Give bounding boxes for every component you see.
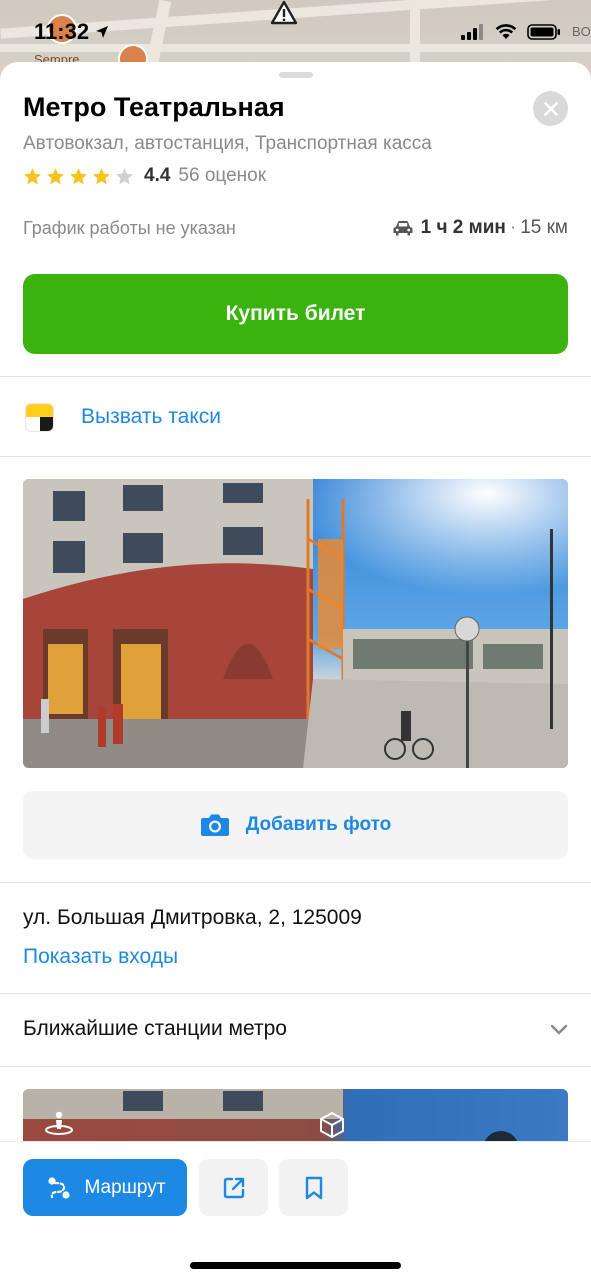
rating-count: 56 оценок	[178, 165, 267, 186]
taxi-logo-icon	[25, 402, 54, 432]
nearby-metro-row[interactable]: Ближайшие станции метро	[23, 1017, 568, 1041]
buy-ticket-button[interactable]: Купить билет	[23, 274, 568, 354]
address-text[interactable]: ул. Большая Дмитровка, 2, 125009	[23, 906, 362, 930]
call-taxi-row[interactable]: Вызвать такси	[0, 378, 591, 456]
star-icon	[93, 167, 110, 184]
sheet-grabber[interactable]	[279, 72, 313, 78]
divider	[0, 882, 591, 883]
panorama-preview-image	[23, 1089, 519, 1149]
travel-time: 1 ч 2 мин	[420, 217, 506, 238]
place-card-sheet: Метро Театральная Автовокзал, автостанци…	[0, 62, 591, 1280]
rating-row[interactable]: 4.4 56 оценок	[23, 165, 266, 187]
divider	[0, 1066, 591, 1067]
star-icon	[70, 167, 87, 184]
working-hours: График работы не указан	[23, 218, 236, 238]
status-time: 11:32	[34, 19, 109, 45]
chevron-down-icon	[550, 1024, 568, 1034]
add-photo-button[interactable]: Добавить фото	[23, 791, 568, 859]
share-icon	[223, 1177, 244, 1198]
divider	[0, 456, 591, 457]
location-arrow-icon	[96, 26, 109, 38]
bottom-action-bar: Маршрут	[0, 1141, 591, 1280]
close-button[interactable]	[533, 91, 568, 126]
bookmark-icon	[305, 1176, 322, 1199]
rating-value: 4.4	[144, 165, 171, 186]
place-title: Метро Театральная	[23, 92, 285, 122]
battery-icon	[527, 24, 560, 40]
cellular-signal-icon	[461, 24, 483, 40]
travel-distance: 15 км	[520, 217, 568, 238]
route-button[interactable]: Маршрут	[23, 1159, 187, 1216]
star-icon	[116, 167, 133, 184]
call-taxi-label: Вызвать такси	[81, 405, 221, 428]
place-categories: Автовокзал, автостанция, Транспортная ка…	[23, 133, 432, 154]
divider	[0, 376, 591, 377]
star-icon	[47, 167, 64, 184]
travel-separator: ·	[509, 217, 517, 238]
share-button[interactable]	[199, 1159, 268, 1216]
show-entrances-link[interactable]: Показать входы	[23, 945, 178, 969]
wifi-icon	[495, 24, 517, 39]
add-photo-label: Добавить фото	[245, 814, 392, 835]
star-icon	[24, 167, 41, 184]
route-label: Маршрут	[84, 1176, 166, 1198]
close-icon	[543, 101, 558, 116]
street-panorama-image	[23, 479, 568, 768]
status-bar: 11:32	[0, 0, 591, 64]
bookmark-button[interactable]	[279, 1159, 348, 1216]
route-icon	[47, 1176, 70, 1199]
rating-stars	[23, 167, 134, 186]
panorama-preview[interactable]	[23, 1089, 568, 1149]
camera-icon	[200, 814, 229, 836]
travel-info[interactable]: 1 ч 2 мин · 15 км	[393, 217, 568, 239]
status-time-text: 11:32	[34, 19, 90, 44]
nearby-metro-label: Ближайшие станции метро	[23, 1017, 287, 1040]
divider	[0, 993, 591, 994]
home-indicator[interactable]	[190, 1262, 401, 1269]
car-icon	[393, 220, 413, 235]
place-photo[interactable]	[23, 479, 568, 768]
